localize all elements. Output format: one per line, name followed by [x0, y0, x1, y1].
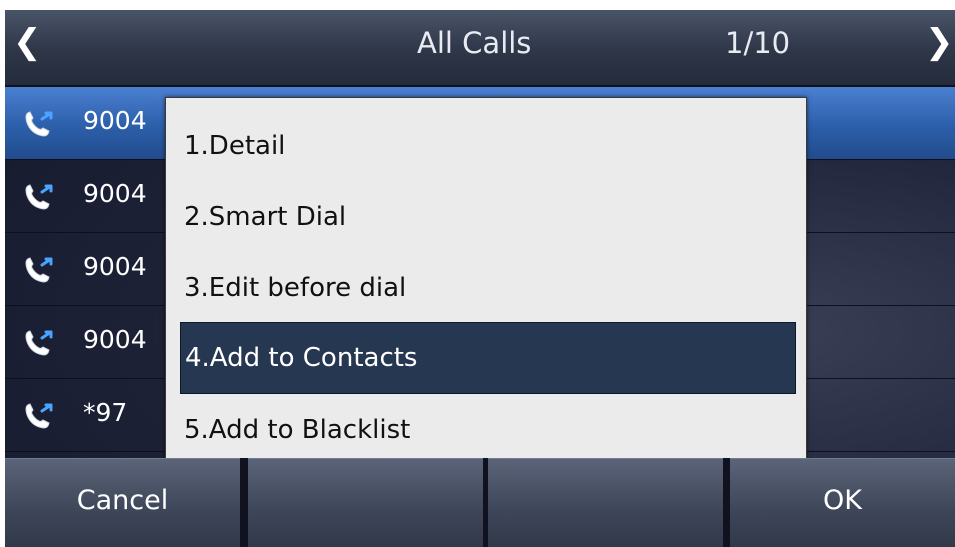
chevron-right-icon[interactable]: ❯: [925, 25, 954, 59]
menu-item-label: 3.Edit before dial: [184, 273, 407, 303]
ok-button[interactable]: OK: [730, 458, 955, 547]
softkey-bar: Cancel OK: [5, 458, 955, 547]
outgoing-call-icon: [25, 184, 53, 210]
chevron-left-icon[interactable]: ❮: [13, 25, 42, 59]
title-bar: ❮ All Calls 1/10 ❯: [5, 10, 955, 87]
menu-item-label: 1.Detail: [184, 131, 286, 161]
phone-screen: ❮ All Calls 1/10 ❯ 9004 9004 9004 9004 *…: [5, 10, 955, 547]
cancel-button[interactable]: Cancel: [5, 458, 240, 547]
call-number: 9004: [83, 179, 147, 208]
outgoing-call-icon: [25, 257, 53, 283]
menu-item-smart-dial[interactable]: 2.Smart Dial: [180, 182, 794, 252]
call-number: 9004: [83, 252, 147, 281]
call-number: 9004: [83, 106, 147, 135]
outgoing-call-icon: [25, 111, 53, 137]
menu-item-detail[interactable]: 1.Detail: [180, 111, 794, 181]
page-title: All Calls: [417, 26, 532, 60]
softkey-3[interactable]: [488, 458, 723, 547]
outgoing-call-icon: [25, 330, 53, 356]
call-number: 9004: [83, 325, 147, 354]
softkey-2[interactable]: [248, 458, 483, 547]
options-menu: 1.Detail 2.Smart Dial 3.Edit before dial…: [165, 97, 807, 474]
outgoing-call-icon: [25, 403, 53, 429]
page-indicator: 1/10: [725, 26, 791, 60]
menu-item-add-to-contacts[interactable]: 4.Add to Contacts: [180, 322, 796, 394]
menu-item-label: 2.Smart Dial: [184, 202, 347, 232]
menu-item-label: 4.Add to Contacts: [185, 343, 418, 373]
menu-item-edit-before-dial[interactable]: 3.Edit before dial: [180, 253, 794, 323]
menu-item-label: 5.Add to Blacklist: [184, 415, 411, 445]
menu-item-add-to-blacklist[interactable]: 5.Add to Blacklist: [180, 395, 794, 465]
call-number: *97: [83, 398, 128, 427]
